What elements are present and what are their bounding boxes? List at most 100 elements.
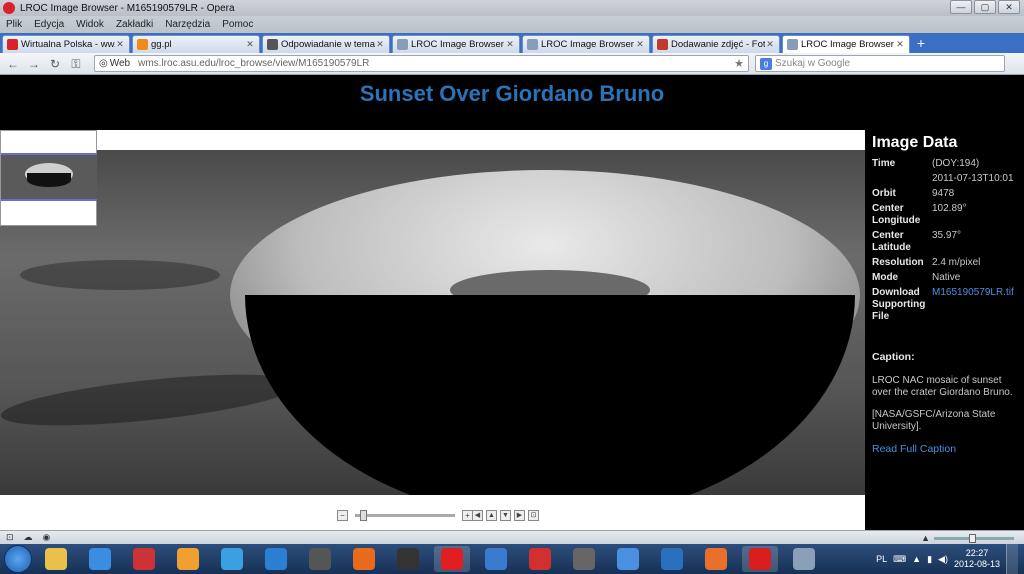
close-tab-icon[interactable]: ✕ xyxy=(375,39,385,50)
sync-icon[interactable] xyxy=(214,546,250,572)
address-field[interactable]: ◎ Web wms.lroc.asu.edu/lroc_browse/view/M… xyxy=(94,55,749,72)
globe-icon-glyph xyxy=(485,548,507,570)
thumbnail-viewport[interactable] xyxy=(1,153,97,201)
close-tab-icon[interactable]: ✕ xyxy=(635,39,645,50)
data-row-time-utc: 2011-07-13T10:01 xyxy=(932,173,1014,184)
game-icon[interactable] xyxy=(566,546,602,572)
tab-dodawanie-zdjec[interactable]: Dodawanie zdjęć - Fot... ✕ xyxy=(652,35,780,53)
search-placeholder: Szukaj w Google xyxy=(775,58,851,69)
panel-toggle-icon[interactable]: ⊡ xyxy=(6,532,14,543)
start-button[interactable] xyxy=(4,545,32,573)
page-zoom-slider[interactable] xyxy=(934,533,1014,543)
close-tab-icon[interactable]: ✕ xyxy=(115,39,125,50)
close-tab-icon[interactable]: ✕ xyxy=(895,39,905,50)
key-icon[interactable]: ⚿ xyxy=(67,55,85,73)
menu-bar: Plik Edycja Widok Zakładki Narzędzia Pom… xyxy=(0,16,1024,33)
opera-app-icon xyxy=(3,2,15,14)
bookmark-star-icon[interactable]: ★ xyxy=(734,57,744,70)
pan-controls: ◀ ▲ ▼ ▶ ⊡ xyxy=(472,510,539,521)
tab-lroc-1[interactable]: LROC Image Browser ✕ xyxy=(392,35,520,53)
speed-dial-icon[interactable]: ◉ xyxy=(43,532,51,543)
clock[interactable]: 22:27 2012-08-13 xyxy=(954,548,1000,570)
page-zoom-knob[interactable] xyxy=(969,533,976,543)
google-icon: g xyxy=(760,57,772,70)
opera-icon[interactable] xyxy=(742,546,778,572)
terrain-shading xyxy=(20,260,220,290)
menu-item-view[interactable]: Widok xyxy=(76,19,104,30)
menu-item-file[interactable]: Plik xyxy=(6,19,22,30)
pan-down-button[interactable]: ▼ xyxy=(500,510,511,521)
tab-gg[interactable]: gg.pl ✕ xyxy=(132,35,260,53)
tab-wirtualna-polska[interactable]: Wirtualna Polska - ww... ✕ xyxy=(2,35,130,53)
new-tab-button[interactable]: + xyxy=(912,35,930,53)
image-data-panel: Image Data Time (DOY:194) 2011-07-13T10:0… xyxy=(865,130,1024,530)
zoom-slider[interactable] xyxy=(355,510,455,521)
close-window-button[interactable]: ✕ xyxy=(998,0,1020,14)
viewer-top-bar xyxy=(0,130,865,150)
monitor-icon[interactable] xyxy=(654,546,690,572)
file-explorer-icon[interactable] xyxy=(38,546,74,572)
reset-view-button[interactable]: ⊡ xyxy=(528,510,539,521)
read-full-caption-link[interactable]: Read Full Caption xyxy=(872,443,1024,455)
keyboard-icon[interactable]: ⌨ xyxy=(893,554,906,565)
crater-image[interactable] xyxy=(0,150,865,495)
network-tray-icon[interactable]: ▮ xyxy=(927,554,932,565)
reload-icon[interactable]: ↻ xyxy=(46,55,64,73)
clock-time: 22:27 xyxy=(965,548,989,558)
game-icon-glyph xyxy=(573,548,595,570)
cloud-icon[interactable]: ☁ xyxy=(24,532,33,543)
network-icon[interactable] xyxy=(126,546,162,572)
maximize-button[interactable]: ▢ xyxy=(974,0,996,14)
file-explorer-icon-glyph xyxy=(45,548,67,570)
bc-icon[interactable] xyxy=(258,546,294,572)
close-tab-icon[interactable]: ✕ xyxy=(505,39,515,50)
tab-label: LROC Image Browser - ... xyxy=(801,39,895,50)
tray-arrow-icon[interactable]: ▲ xyxy=(912,554,921,564)
minimize-button[interactable]: — xyxy=(950,0,972,14)
pan-left-button[interactable]: ◀ xyxy=(472,510,483,521)
close-tab-icon[interactable]: ✕ xyxy=(245,39,255,50)
crater-shadow xyxy=(245,295,855,495)
pan-up-button[interactable]: ▲ xyxy=(486,510,497,521)
pan-right-button[interactable]: ▶ xyxy=(514,510,525,521)
search-input[interactable]: g Szukaj w Google xyxy=(755,55,1005,72)
download-file-link[interactable]: M165190579LR.tif xyxy=(932,287,1014,323)
menu-item-edit[interactable]: Edycja xyxy=(34,19,64,30)
media-player-icon[interactable] xyxy=(170,546,206,572)
menu-item-tools[interactable]: Narzędzia xyxy=(165,19,210,30)
web-badge[interactable]: ◎ Web xyxy=(99,58,130,69)
language-indicator[interactable]: PL xyxy=(876,554,887,564)
tab-lroc-active[interactable]: LROC Image Browser - ... ✕ xyxy=(782,35,910,53)
back-arrow-icon[interactable]: ← xyxy=(4,55,22,73)
photo-favicon-icon xyxy=(657,39,668,50)
overview-thumbnail[interactable] xyxy=(0,130,97,226)
zoom-slider-knob[interactable] xyxy=(359,510,367,521)
zoom-out-button[interactable]: − xyxy=(337,510,348,521)
menu-item-help[interactable]: Pomoc xyxy=(222,19,253,30)
ccleaner-icon[interactable] xyxy=(522,546,558,572)
network-icon-glyph xyxy=(133,548,155,570)
data-row-resolution: Resolution 2.4 m/pixel xyxy=(872,257,981,268)
red-app-icon[interactable] xyxy=(434,546,470,572)
settings-icon[interactable] xyxy=(786,546,822,572)
orange-app-icon[interactable] xyxy=(346,546,382,572)
forward-arrow-icon[interactable]: → xyxy=(25,55,43,73)
zoom-up-icon[interactable]: ▲ xyxy=(921,533,930,543)
globe-icon[interactable] xyxy=(478,546,514,572)
page-favicon-icon xyxy=(527,39,538,50)
url-text: wms.lroc.asu.edu/lroc_browse/view/M16519… xyxy=(138,58,370,69)
paint-icon[interactable] xyxy=(302,546,338,572)
flash-icon[interactable] xyxy=(82,546,118,572)
tab-lroc-2[interactable]: LROC Image Browser - ... ✕ xyxy=(522,35,650,53)
show-desktop-button[interactable] xyxy=(1006,544,1018,574)
menu-item-bookmarks[interactable]: Zakładki xyxy=(116,19,153,30)
tab-odpowiadanie[interactable]: Odpowiadanie w tema... ✕ xyxy=(262,35,390,53)
ea-icon[interactable] xyxy=(390,546,426,572)
close-tab-icon[interactable]: ✕ xyxy=(765,39,775,50)
window-title: LROC Image Browser - M165190579LR - Oper… xyxy=(20,2,235,14)
firefox-icon[interactable] xyxy=(698,546,734,572)
data-row-orbit: Orbit 9478 xyxy=(872,188,955,199)
caption-credit: [NASA/GSFC/Arizona State University]. xyxy=(872,409,996,432)
volume-icon[interactable]: ◀) xyxy=(938,554,948,565)
chat-icon[interactable] xyxy=(610,546,646,572)
